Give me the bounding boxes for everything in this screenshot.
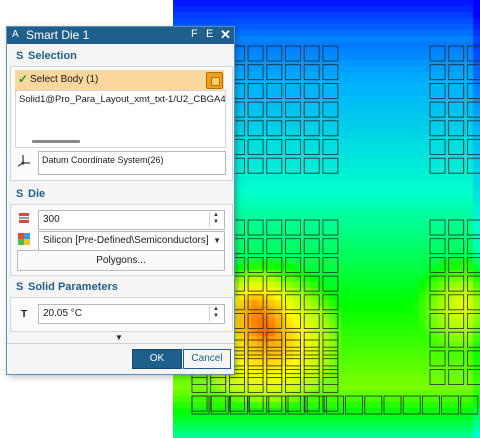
cancel-button[interactable]: Cancel: [183, 349, 231, 369]
material-value: Silicon [Pre-Defined\Semiconductors]: [43, 235, 209, 246]
check-icon: ✓: [18, 72, 29, 86]
ok-button[interactable]: OK: [132, 349, 182, 369]
die-header-label: Die: [28, 188, 46, 200]
section-collapse-icon: S: [16, 188, 24, 200]
solid-body-icon[interactable]: [206, 72, 223, 89]
spin-up-icon[interactable]: ▲: [213, 212, 219, 218]
spin-up-icon[interactable]: ▲: [213, 306, 219, 312]
selection-section-header[interactable]: S Selection: [7, 47, 234, 67]
thickness-icon: [19, 213, 29, 223]
section-collapse-icon: S: [16, 281, 24, 293]
coordinate-system-icon[interactable]: [17, 153, 31, 167]
thickness-input[interactable]: 300 ▲ ▼: [38, 210, 225, 230]
temperature-spinner[interactable]: ▲ ▼: [209, 306, 223, 321]
selected-bodies-list[interactable]: Solid1@Pro_Para_Layout_xmt_txt-1/U2_CBGA…: [15, 90, 226, 148]
select-body-label: Select Body (1): [30, 74, 99, 85]
horizontal-scrollbar[interactable]: [32, 140, 80, 143]
select-body-row[interactable]: ✓ Select Body (1): [15, 70, 224, 90]
cancel-button-label: Cancel: [191, 353, 223, 364]
ok-button-label: OK: [149, 353, 165, 364]
divider: [7, 343, 234, 344]
coordinate-system-value: Datum Coordinate System(26): [42, 155, 164, 165]
list-item[interactable]: Solid1@Pro_Para_Layout_xmt_txt-1/U2_CBGA…: [19, 94, 225, 105]
thickness-spinner[interactable]: ▲ ▼: [209, 212, 223, 227]
spin-down-icon[interactable]: ▼: [213, 219, 219, 225]
app-letter: A: [12, 29, 19, 40]
chevron-down-icon[interactable]: ▼: [213, 236, 221, 245]
dialog-titlebar[interactable]: A Smart Die 1 F E ✕: [7, 27, 234, 44]
solid-parameters-header-label: Solid Parameters: [28, 281, 118, 293]
smart-die-dialog: A Smart Die 1 F E ✕ S Selection ✓ Select…: [6, 26, 235, 375]
section-collapse-icon: S: [16, 50, 24, 62]
material-icon: [18, 233, 30, 245]
titlebar-f-button[interactable]: F: [191, 28, 198, 40]
temperature-icon: T: [21, 309, 28, 320]
die-section-header[interactable]: S Die: [7, 185, 234, 205]
selection-header-label: Selection: [28, 50, 77, 62]
temperature-value: 20.05 °C: [43, 308, 83, 319]
solid-parameters-section-header[interactable]: S Solid Parameters: [7, 278, 234, 298]
temperature-input[interactable]: 20.05 °C ▲ ▼: [38, 304, 225, 324]
material-select[interactable]: Silicon [Pre-Defined\Semiconductors] ▼: [38, 231, 225, 251]
more-options-icon[interactable]: ▼: [115, 333, 123, 342]
polygons-button-label: Polygons...: [96, 255, 146, 266]
coordinate-system-field[interactable]: Datum Coordinate System(26): [38, 151, 226, 175]
close-icon[interactable]: ✕: [220, 27, 231, 43]
polygons-button[interactable]: Polygons...: [17, 250, 225, 271]
spin-down-icon[interactable]: ▼: [213, 313, 219, 319]
titlebar-e-button[interactable]: E: [206, 28, 213, 40]
thickness-value: 300: [43, 214, 60, 225]
dialog-title: Smart Die 1: [26, 28, 90, 42]
